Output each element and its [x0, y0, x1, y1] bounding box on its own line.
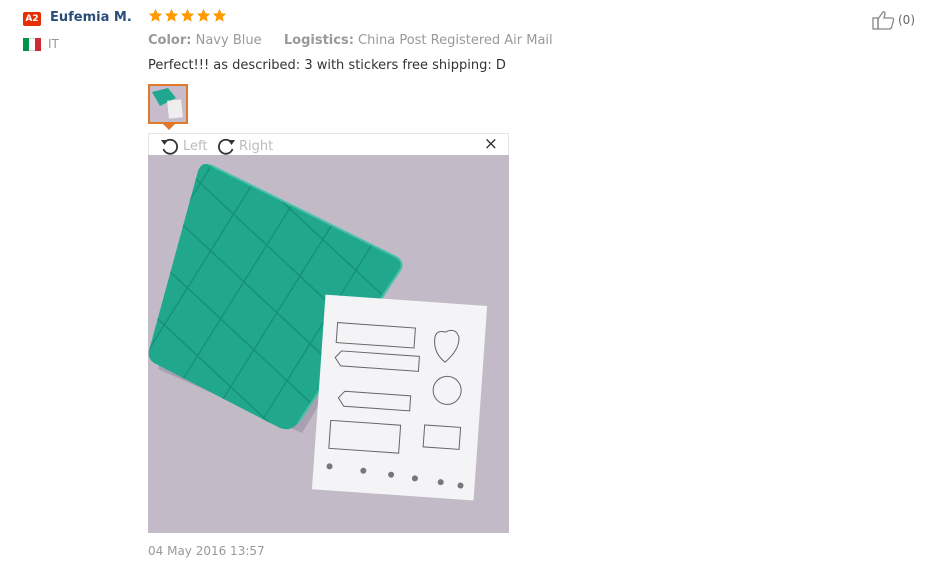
star-icon [148, 8, 163, 22]
purchase-attributes: Color: Navy Blue Logistics: China Post R… [148, 33, 553, 48]
review-photo-image [148, 155, 509, 533]
review-timestamp: 04 May 2016 13:57 [148, 544, 265, 558]
star-rating [148, 8, 227, 23]
helpful-button[interactable]: (0) [872, 10, 915, 30]
rotate-left-button[interactable]: Left [159, 137, 207, 155]
close-viewer-button[interactable]: × [484, 136, 498, 153]
star-icon [212, 8, 227, 22]
logistics-attribute-value: China Post Registered Air Mail [358, 33, 553, 48]
review-photo [148, 155, 509, 533]
star-icon [164, 8, 179, 22]
reviewer-name[interactable]: Eufemia M. [50, 10, 132, 25]
thumbs-up-icon [872, 11, 895, 30]
thumbnail-pointer [163, 124, 175, 130]
reviewer-country: IT [48, 37, 59, 51]
rotate-left-label: Left [183, 138, 208, 154]
star-icon [180, 8, 195, 22]
rotate-right-label: Right [239, 138, 274, 154]
helpful-count: (0) [898, 13, 915, 27]
logistics-attribute-label: Logistics: [283, 33, 354, 48]
flag-stripe-red [35, 38, 41, 51]
color-attribute-value: Navy Blue [195, 33, 262, 48]
review-text: Perfect!!! as described: 3 with stickers… [148, 58, 506, 73]
color-attribute-label: Color: [148, 33, 192, 48]
review-photo-thumbnail[interactable] [148, 84, 188, 124]
rotate-right-icon [217, 138, 235, 155]
country-flag-icon [23, 38, 41, 51]
thumbnail-image [150, 86, 186, 122]
star-icon [196, 8, 211, 22]
rotate-right-button[interactable]: Right [215, 137, 273, 155]
buyer-level-badge: A2 [23, 12, 41, 26]
rotate-left-icon [161, 138, 179, 155]
photo-viewer-toolbar: Left Right × [148, 133, 509, 155]
